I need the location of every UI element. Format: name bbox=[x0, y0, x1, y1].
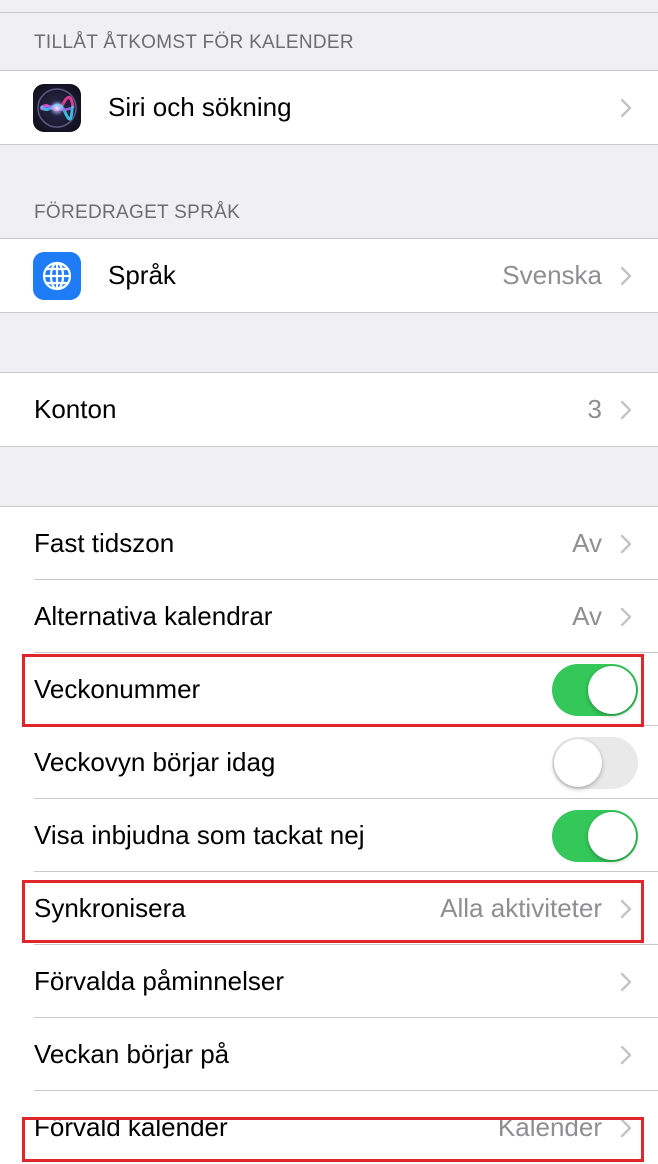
toggle-knob bbox=[588, 665, 636, 714]
row-language[interactable]: Språk Svenska bbox=[0, 239, 658, 312]
language-value: Svenska bbox=[502, 260, 602, 290]
chevron-right-icon bbox=[616, 899, 636, 919]
row-fixed-timezone[interactable]: Fast tidszon Av bbox=[0, 507, 658, 580]
week-starts-on-label: Veckan börjar på bbox=[34, 1039, 230, 1069]
alternative-calendars-value: Av bbox=[572, 601, 602, 631]
default-calendar-label: Förvald kalender bbox=[34, 1112, 228, 1142]
chevron-right-icon bbox=[616, 1118, 636, 1138]
chevron-right-icon bbox=[616, 607, 636, 627]
week-view-starts-today-toggle[interactable] bbox=[552, 736, 638, 789]
siri-icon bbox=[33, 83, 81, 132]
chevron-right-icon bbox=[616, 534, 636, 554]
fixed-timezone-value: Av bbox=[572, 528, 602, 558]
row-alternative-calendars[interactable]: Alternativa kalendrar Av bbox=[0, 580, 658, 653]
sync-label: Synkronisera bbox=[34, 893, 186, 923]
row-accounts[interactable]: Konton 3 bbox=[0, 373, 658, 446]
row-week-starts-on[interactable]: Veckan börjar på bbox=[0, 1018, 658, 1091]
week-view-starts-today-label: Veckovyn börjar idag bbox=[34, 747, 276, 777]
group-accounts: Konton 3 bbox=[0, 372, 658, 447]
sync-value: Alla aktiviteter bbox=[440, 893, 602, 923]
default-reminders-label: Förvalda påminnelser bbox=[34, 966, 285, 996]
show-declined-invitees-toggle[interactable] bbox=[552, 809, 638, 862]
group-calendar-settings: Fast tidszon Av Alternativa kalendrar Av… bbox=[0, 506, 658, 1164]
default-calendar-value: Kalender bbox=[497, 1112, 602, 1142]
row-siri-search[interactable]: Siri och sökning bbox=[0, 71, 658, 144]
toggle-knob bbox=[554, 738, 602, 787]
section-header-preferred-language: FÖREDRAGET SPRÅK bbox=[34, 202, 241, 223]
language-label: Språk bbox=[108, 260, 176, 290]
accounts-label: Konton bbox=[34, 394, 117, 424]
chevron-right-icon bbox=[616, 266, 636, 286]
row-week-numbers: Veckonummer bbox=[0, 653, 658, 726]
row-sync[interactable]: Synkronisera Alla aktiviteter bbox=[0, 872, 658, 945]
globe-icon bbox=[33, 251, 81, 300]
chevron-right-icon bbox=[616, 1045, 636, 1065]
group-calendar-access: Siri och sökning bbox=[0, 70, 658, 145]
row-default-calendar[interactable]: Förvald kalender Kalender bbox=[0, 1091, 658, 1164]
week-numbers-toggle[interactable] bbox=[552, 663, 638, 716]
fixed-timezone-label: Fast tidszon bbox=[34, 528, 175, 558]
week-numbers-label: Veckonummer bbox=[34, 674, 201, 704]
group-preferred-language: Språk Svenska bbox=[0, 238, 658, 313]
toggle-knob bbox=[588, 811, 636, 860]
chevron-right-icon bbox=[616, 972, 636, 992]
row-default-reminders[interactable]: Förvalda påminnelser bbox=[0, 945, 658, 1018]
row-show-declined-invitees: Visa inbjudna som tackat nej bbox=[0, 799, 658, 872]
accounts-count: 3 bbox=[587, 394, 602, 424]
chevron-right-icon bbox=[616, 400, 636, 420]
alternative-calendars-label: Alternativa kalendrar bbox=[34, 601, 273, 631]
chevron-right-icon bbox=[616, 98, 636, 118]
section-header-calendar-access: TILLÅT ÅTKOMST FÖR KALENDER bbox=[34, 32, 354, 53]
row-week-view-starts-today: Veckovyn börjar idag bbox=[0, 726, 658, 799]
siri-search-label: Siri och sökning bbox=[108, 92, 292, 122]
show-declined-invitees-label: Visa inbjudna som tackat nej bbox=[34, 820, 365, 850]
top-divider bbox=[0, 12, 658, 13]
